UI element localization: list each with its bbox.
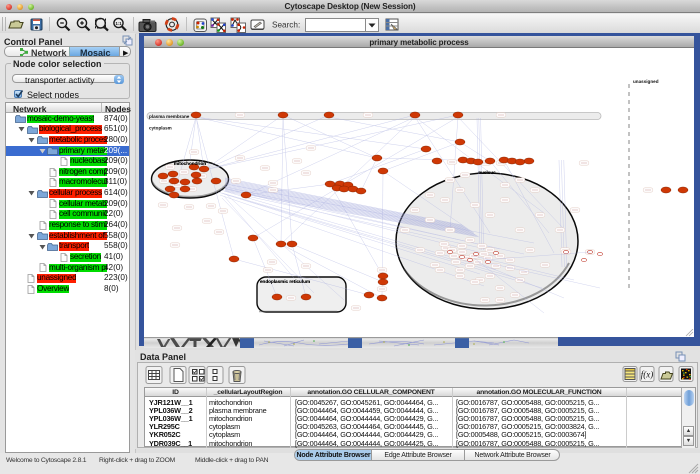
svg-text:cytoplasm: cytoplasm (149, 126, 172, 131)
svg-text:endoplasmic reticulum: endoplasmic reticulum (260, 279, 310, 284)
svg-text:1:1: 1:1 (115, 21, 122, 26)
svg-text:unassigned: unassigned (633, 79, 659, 84)
svg-text:nucleus: nucleus (478, 170, 496, 175)
svg-text:mitochondrion: mitochondrion (174, 161, 206, 166)
svg-text:plasma membrane: plasma membrane (149, 114, 190, 119)
svg-text:f(x): f(x) (641, 370, 654, 380)
svg-text:Search:: Search: (272, 21, 300, 30)
